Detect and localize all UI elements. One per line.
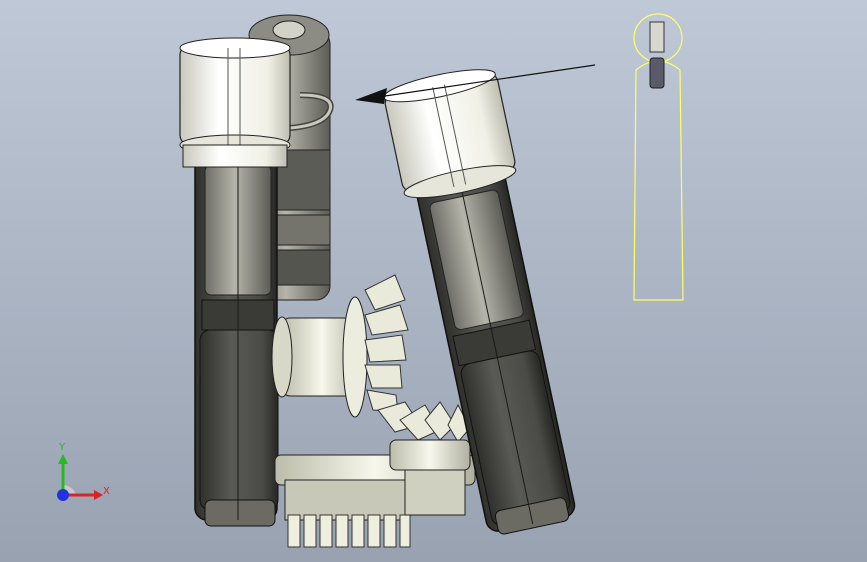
coordinate-triad-icon: Y X bbox=[48, 440, 118, 510]
x-axis-label: X bbox=[103, 486, 110, 497]
preview-outline bbox=[633, 13, 684, 301]
left-arm[interactable] bbox=[179, 37, 291, 527]
base-gear-housing[interactable] bbox=[274, 439, 476, 548]
y-axis-label: Y bbox=[59, 442, 66, 453]
graphics-viewport[interactable]: Y X bbox=[0, 0, 867, 562]
robot-gripper-model[interactable] bbox=[0, 0, 867, 562]
